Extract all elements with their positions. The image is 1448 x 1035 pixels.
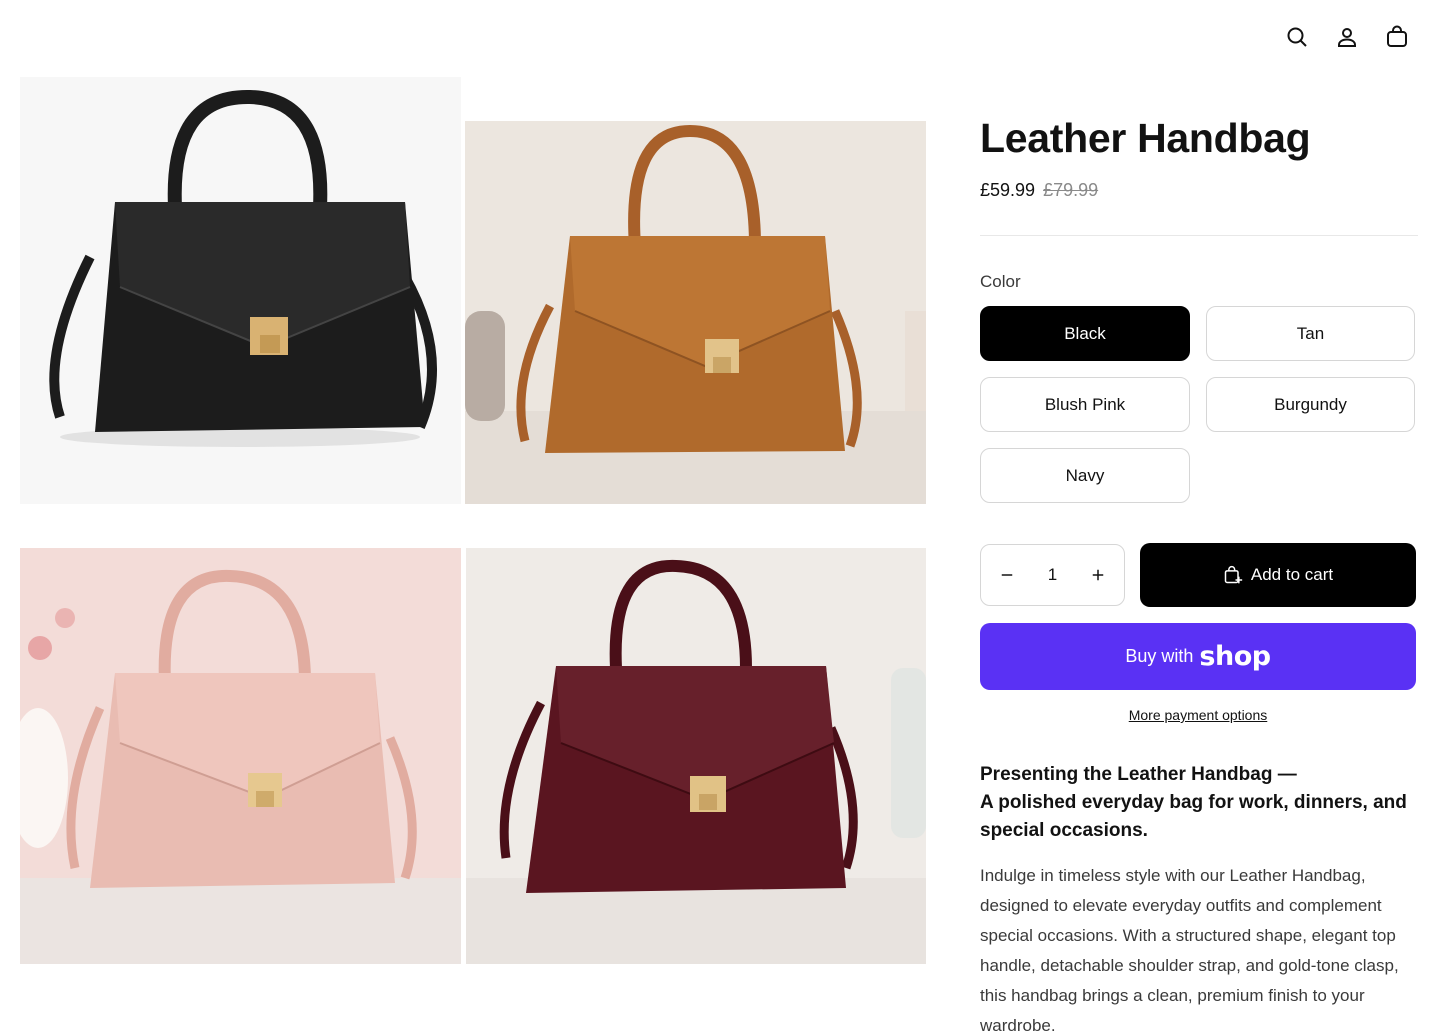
account-icon[interactable] [1334, 24, 1360, 50]
divider [980, 235, 1418, 236]
description-heading-line-1: Presenting the Leather Handbag — [980, 764, 1297, 785]
product-image-blush-pink[interactable] [20, 548, 461, 964]
cart-icon[interactable] [1384, 24, 1410, 50]
color-option-burgundy[interactable]: Burgundy [1206, 377, 1415, 432]
shop-logo: shop [1199, 641, 1271, 672]
color-option-navy[interactable]: Navy [980, 448, 1190, 503]
color-option-tan[interactable]: Tan [1206, 306, 1415, 361]
minus-icon[interactable] [995, 563, 1019, 587]
color-option-blush-pink[interactable]: Blush Pink [980, 377, 1190, 432]
price-block: £59.99 £79.99 [980, 180, 1420, 201]
color-option-black[interactable]: Black [980, 306, 1190, 361]
color-options: Black Tan Blush Pink Burgundy Navy [980, 306, 1420, 503]
product-image-black[interactable] [20, 77, 461, 504]
more-payment-options-link[interactable]: More payment options [980, 707, 1416, 723]
sale-price: £59.99 [980, 180, 1036, 200]
search-icon[interactable] [1284, 24, 1310, 50]
color-label: Color [980, 272, 1021, 291]
buy-with-shop-button[interactable]: Buy with shop [980, 623, 1416, 690]
product-image-tan[interactable] [465, 121, 926, 504]
purchase-row: 1 Add to cart [980, 543, 1420, 607]
description-heading-line-2: A polished everyday bag for work, dinner… [980, 792, 1407, 841]
quantity-value[interactable]: 1 [1048, 565, 1057, 585]
product-image-burgundy[interactable] [466, 548, 926, 964]
bag-plus-icon [1224, 565, 1243, 584]
add-to-cart-button[interactable]: Add to cart [1140, 543, 1416, 607]
plus-icon[interactable] [1086, 563, 1110, 587]
header-actions [1284, 24, 1410, 50]
description-heading: Presenting the Leather Handbag — A polis… [980, 761, 1410, 845]
product-info: Leather Handbag £59.99 £79.99 Color Blac… [980, 110, 1420, 1035]
buy-with-label: Buy with [1125, 646, 1194, 666]
description-body: Indulge in timeless style with our Leath… [980, 866, 1399, 1035]
compare-price: £79.99 [1043, 180, 1099, 200]
quantity-stepper: 1 [980, 544, 1125, 606]
product-title: Leather Handbag [980, 115, 1311, 161]
add-to-cart-label: Add to cart [1250, 565, 1334, 584]
